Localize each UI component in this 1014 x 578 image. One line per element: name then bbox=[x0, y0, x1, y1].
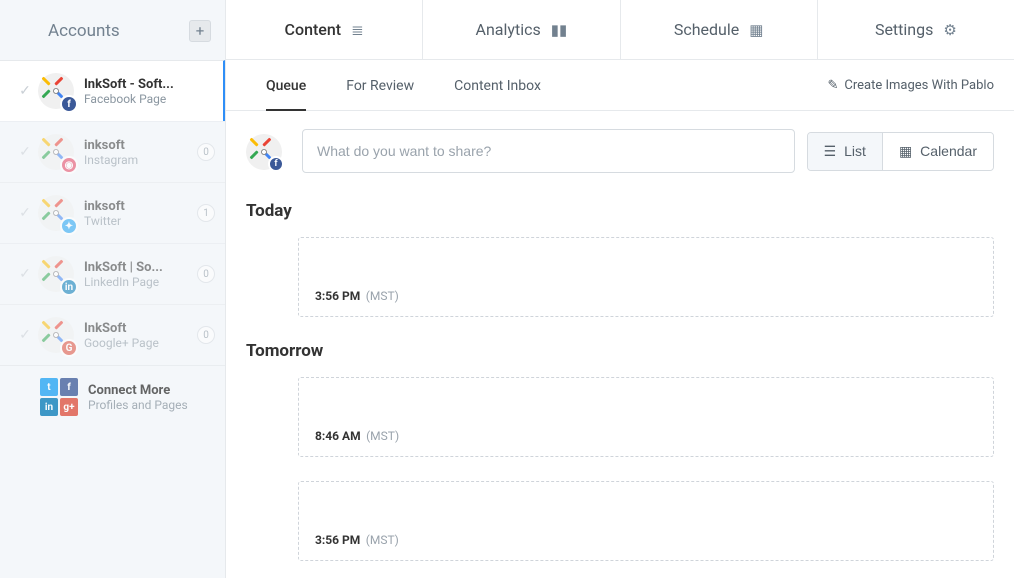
sub-nav: Queue For Review Content Inbox ✎ Create … bbox=[226, 60, 1014, 111]
connect-icons: tf ing+ bbox=[40, 378, 78, 416]
account-subtype: Instagram bbox=[84, 153, 191, 167]
account-name: InkSoft | So... bbox=[84, 260, 191, 275]
accounts-list: ✓ f InkSoft - Soft... Facebook Page ✓ ◉ … bbox=[0, 60, 225, 428]
account-subtype: Twitter bbox=[84, 214, 191, 228]
queue-content: f ☰ List ▦ Calendar Today 3:56 PM ( bbox=[226, 111, 1014, 578]
check-icon: ✓ bbox=[12, 144, 38, 160]
accounts-sidebar: Accounts + ✓ f InkSoft - Soft... Faceboo… bbox=[0, 0, 226, 578]
composer-row: f ☰ List ▦ Calendar bbox=[246, 129, 994, 173]
account-item-facebook[interactable]: ✓ f InkSoft - Soft... Facebook Page bbox=[0, 60, 225, 121]
account-item-twitter[interactable]: ✓ ✦ inksoft Twitter 1 bbox=[0, 182, 225, 243]
queue-count-badge: 1 bbox=[197, 204, 215, 222]
pablo-label: Create Images With Pablo bbox=[844, 78, 994, 93]
tab-label: Content bbox=[285, 20, 342, 39]
chart-icon: ▮▮ bbox=[551, 21, 568, 39]
avatar: f bbox=[38, 73, 74, 109]
subtab-queue[interactable]: Queue bbox=[246, 60, 326, 110]
linkedin-icon: in bbox=[60, 278, 78, 296]
account-item-googleplus[interactable]: ✓ G InkSoft Google+ Page 0 bbox=[0, 304, 225, 365]
instagram-icon: ◉ bbox=[60, 156, 78, 174]
tab-label: Analytics bbox=[476, 20, 541, 39]
add-account-button[interactable]: + bbox=[189, 20, 211, 42]
list-view-button[interactable]: ☰ List bbox=[808, 133, 882, 170]
top-nav: Content ≣ Analytics ▮▮ Schedule ▦ Settin… bbox=[226, 0, 1014, 60]
calendar-icon: ▦ bbox=[899, 143, 912, 160]
day-heading: Today bbox=[246, 201, 994, 221]
avatar: ◉ bbox=[38, 134, 74, 170]
check-icon: ✓ bbox=[12, 266, 38, 282]
account-subtype: LinkedIn Page bbox=[84, 275, 191, 289]
tab-label: Settings bbox=[875, 20, 933, 39]
connect-more-button[interactable]: tf ing+ Connect More Profiles and Pages bbox=[0, 365, 225, 428]
account-item-instagram[interactable]: ✓ ◉ inksoft Instagram 0 bbox=[0, 121, 225, 182]
slot-timezone: (MST) bbox=[366, 289, 399, 303]
slot-time: 8:46 AM bbox=[315, 429, 361, 443]
queue-slot[interactable]: 8:46 AM (MST) bbox=[298, 377, 994, 457]
tab-content[interactable]: Content ≣ bbox=[226, 0, 423, 59]
slot-timezone: (MST) bbox=[366, 429, 399, 443]
facebook-icon: f bbox=[60, 95, 78, 113]
account-subtype: Facebook Page bbox=[84, 92, 213, 106]
composer-avatar: f bbox=[246, 134, 280, 168]
facebook-icon: f bbox=[268, 156, 284, 172]
account-subtype: Google+ Page bbox=[84, 336, 191, 350]
account-name: InkSoft - Soft... bbox=[84, 77, 213, 92]
avatar: G bbox=[38, 317, 74, 353]
check-icon: ✓ bbox=[12, 205, 38, 221]
calendar-icon: ▦ bbox=[749, 21, 763, 39]
queue-count-badge: 0 bbox=[197, 143, 215, 161]
calendar-label: Calendar bbox=[920, 143, 977, 159]
queue-slot[interactable]: 3:56 PM (MST) bbox=[298, 481, 994, 561]
googleplus-icon: G bbox=[60, 339, 78, 357]
account-name: inksoft bbox=[84, 199, 191, 214]
wand-icon: ✎ bbox=[827, 78, 838, 93]
calendar-view-button[interactable]: ▦ Calendar bbox=[882, 133, 993, 170]
gear-icon: ⚙ bbox=[943, 21, 956, 39]
slot-time: 3:56 PM bbox=[315, 533, 360, 547]
account-item-linkedin[interactable]: ✓ in InkSoft | So... LinkedIn Page 0 bbox=[0, 243, 225, 304]
twitter-icon: ✦ bbox=[60, 217, 78, 235]
queue-count-badge: 0 bbox=[197, 326, 215, 344]
account-name: inksoft bbox=[84, 138, 191, 153]
subtab-for-review[interactable]: For Review bbox=[326, 60, 434, 110]
day-heading: Tomorrow bbox=[246, 341, 994, 361]
account-name: InkSoft bbox=[84, 321, 191, 336]
tab-analytics[interactable]: Analytics ▮▮ bbox=[423, 0, 620, 59]
connect-sub: Profiles and Pages bbox=[88, 398, 215, 412]
stack-icon: ≣ bbox=[351, 21, 364, 39]
avatar: ✦ bbox=[38, 195, 74, 231]
list-label: List bbox=[844, 143, 866, 159]
list-icon: ☰ bbox=[824, 143, 837, 160]
tab-schedule[interactable]: Schedule ▦ bbox=[621, 0, 818, 59]
connect-title: Connect More bbox=[88, 383, 215, 398]
subtab-content-inbox[interactable]: Content Inbox bbox=[434, 60, 561, 110]
check-icon: ✓ bbox=[12, 327, 38, 343]
main-area: Content ≣ Analytics ▮▮ Schedule ▦ Settin… bbox=[226, 0, 1014, 578]
sidebar-header: Accounts + bbox=[0, 14, 225, 60]
view-toggle: ☰ List ▦ Calendar bbox=[807, 132, 994, 171]
avatar: in bbox=[38, 256, 74, 292]
queue-count-badge: 0 bbox=[197, 265, 215, 283]
queue-slot[interactable]: 3:56 PM (MST) bbox=[298, 237, 994, 317]
sidebar-title: Accounts bbox=[48, 21, 120, 41]
slot-timezone: (MST) bbox=[366, 533, 399, 547]
app-root: Accounts + ✓ f InkSoft - Soft... Faceboo… bbox=[0, 0, 1014, 578]
tab-settings[interactable]: Settings ⚙ bbox=[818, 0, 1014, 59]
tab-label: Schedule bbox=[674, 20, 739, 39]
slot-time: 3:56 PM bbox=[315, 289, 360, 303]
check-icon: ✓ bbox=[12, 83, 38, 99]
create-images-pablo-link[interactable]: ✎ Create Images With Pablo bbox=[827, 78, 994, 93]
share-input[interactable] bbox=[302, 129, 795, 173]
